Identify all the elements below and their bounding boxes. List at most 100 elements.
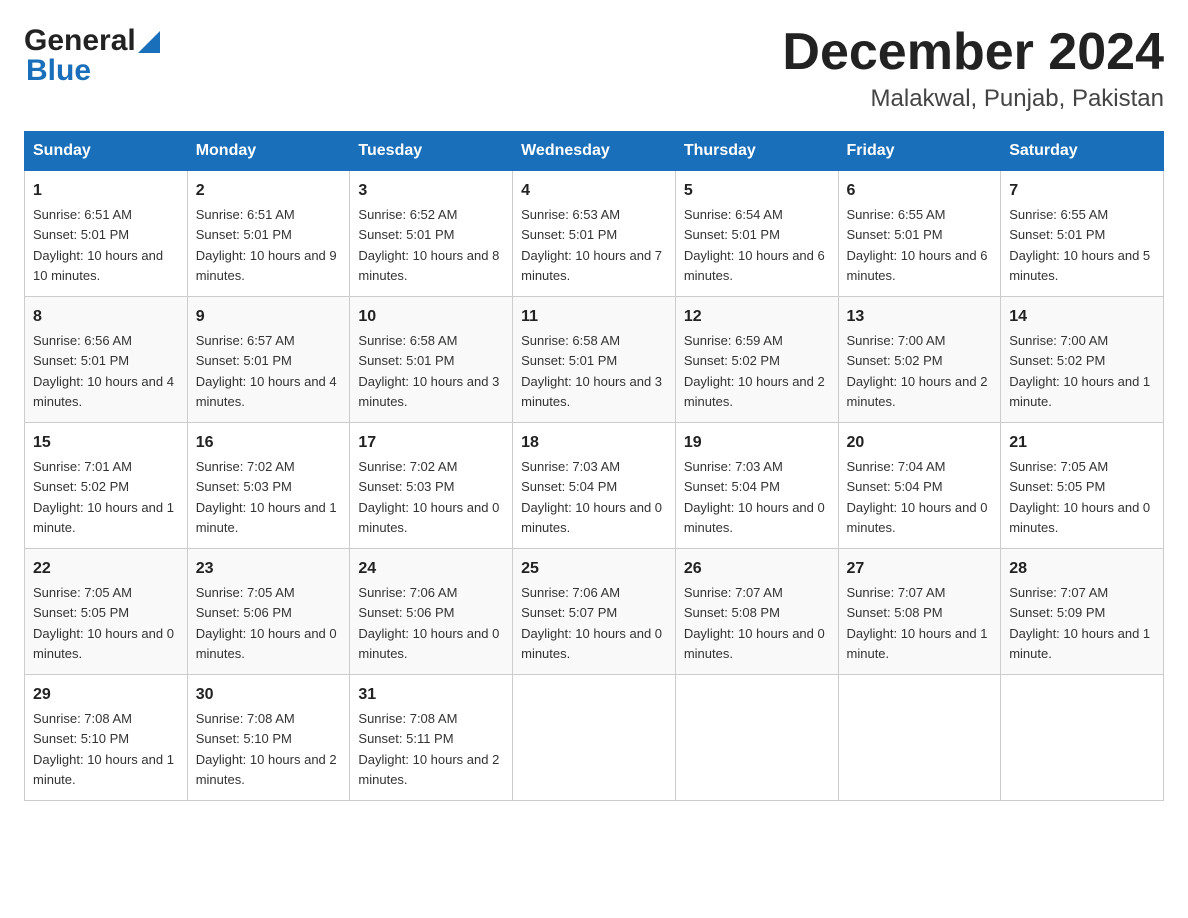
- day-number: 8: [33, 305, 179, 329]
- day-number: 7: [1009, 179, 1155, 203]
- day-info: Sunrise: 6:58 AMSunset: 5:01 PMDaylight:…: [521, 333, 662, 409]
- week-row-2: 8 Sunrise: 6:56 AMSunset: 5:01 PMDaylight…: [25, 297, 1164, 423]
- calendar-cell: 31Sunrise: 7:08 AMSunset: 5:11 PMDayligh…: [350, 675, 513, 801]
- day-number: 10: [358, 305, 504, 329]
- day-number: 15: [33, 431, 179, 455]
- day-info: Sunrise: 7:07 AMSunset: 5:09 PMDaylight:…: [1009, 585, 1150, 661]
- calendar-cell: 24 Sunrise: 7:06 AMSunset: 5:06 PMDayligh…: [350, 549, 513, 675]
- header-sunday: Sunday: [25, 132, 188, 171]
- calendar-cell: 30Sunrise: 7:08 AMSunset: 5:10 PMDayligh…: [187, 675, 350, 801]
- day-number: 20: [847, 431, 993, 455]
- calendar-cell: 14 Sunrise: 7:00 AMSunset: 5:02 PMDayligh…: [1001, 297, 1164, 423]
- calendar-cell: 7 Sunrise: 6:55 AMSunset: 5:01 PMDaylight…: [1001, 171, 1164, 297]
- calendar-cell: 15 Sunrise: 7:01 AMSunset: 5:02 PMDayligh…: [25, 423, 188, 549]
- day-info: Sunrise: 7:03 AMSunset: 5:04 PMDaylight:…: [521, 459, 662, 535]
- day-info: Sunrise: 6:58 AMSunset: 5:01 PMDaylight:…: [358, 333, 499, 409]
- calendar-cell: [838, 675, 1001, 801]
- day-info: Sunrise: 7:06 AMSunset: 5:07 PMDaylight:…: [521, 585, 662, 661]
- calendar-cell: 11 Sunrise: 6:58 AMSunset: 5:01 PMDayligh…: [513, 297, 676, 423]
- day-number: 26: [684, 557, 830, 581]
- calendar-cell: 4 Sunrise: 6:53 AMSunset: 5:01 PMDaylight…: [513, 171, 676, 297]
- month-title: December 2024: [782, 24, 1164, 81]
- calendar-cell: 1 Sunrise: 6:51 AMSunset: 5:01 PMDaylight…: [25, 171, 188, 297]
- calendar-cell: 17 Sunrise: 7:02 AMSunset: 5:03 PMDayligh…: [350, 423, 513, 549]
- day-info: Sunrise: 6:51 AMSunset: 5:01 PMDaylight:…: [196, 207, 337, 283]
- day-info: Sunrise: 6:53 AMSunset: 5:01 PMDaylight:…: [521, 207, 662, 283]
- calendar-cell: 6 Sunrise: 6:55 AMSunset: 5:01 PMDaylight…: [838, 171, 1001, 297]
- day-info: Sunrise: 7:00 AMSunset: 5:02 PMDaylight:…: [847, 333, 988, 409]
- week-row-3: 15 Sunrise: 7:01 AMSunset: 5:02 PMDayligh…: [25, 423, 1164, 549]
- calendar-cell: 27Sunrise: 7:07 AMSunset: 5:08 PMDayligh…: [838, 549, 1001, 675]
- day-info: Sunrise: 7:05 AMSunset: 5:05 PMDaylight:…: [33, 585, 174, 661]
- day-number: 28: [1009, 557, 1155, 581]
- day-info: Sunrise: 7:07 AMSunset: 5:08 PMDaylight:…: [847, 585, 988, 661]
- calendar-cell: 25 Sunrise: 7:06 AMSunset: 5:07 PMDayligh…: [513, 549, 676, 675]
- day-number: 16: [196, 431, 342, 455]
- day-info: Sunrise: 6:56 AMSunset: 5:01 PMDaylight:…: [33, 333, 174, 409]
- day-number: 30: [196, 683, 342, 707]
- calendar-cell: 8 Sunrise: 6:56 AMSunset: 5:01 PMDaylight…: [25, 297, 188, 423]
- header-saturday: Saturday: [1001, 132, 1164, 171]
- calendar-cell: [513, 675, 676, 801]
- day-info: Sunrise: 7:05 AMSunset: 5:06 PMDaylight:…: [196, 585, 337, 661]
- calendar-cell: 12 Sunrise: 6:59 AMSunset: 5:02 PMDayligh…: [675, 297, 838, 423]
- calendar-cell: 18 Sunrise: 7:03 AMSunset: 5:04 PMDayligh…: [513, 423, 676, 549]
- day-info: Sunrise: 6:55 AMSunset: 5:01 PMDaylight:…: [847, 207, 988, 283]
- calendar-cell: 5Sunrise: 6:54 AMSunset: 5:01 PMDaylight…: [675, 171, 838, 297]
- day-info: Sunrise: 6:51 AMSunset: 5:01 PMDaylight:…: [33, 207, 163, 283]
- day-number: 23: [196, 557, 342, 581]
- day-number: 18: [521, 431, 667, 455]
- day-number: 5: [684, 179, 830, 203]
- day-info: Sunrise: 7:02 AMSunset: 5:03 PMDaylight:…: [358, 459, 499, 535]
- logo-icon: [138, 31, 160, 53]
- calendar-cell: 16 Sunrise: 7:02 AMSunset: 5:03 PMDayligh…: [187, 423, 350, 549]
- header-wednesday: Wednesday: [513, 132, 676, 171]
- header-thursday: Thursday: [675, 132, 838, 171]
- day-number: 19: [684, 431, 830, 455]
- calendar-cell: 28 Sunrise: 7:07 AMSunset: 5:09 PMDayligh…: [1001, 549, 1164, 675]
- day-number: 1: [33, 179, 179, 203]
- day-info: Sunrise: 7:08 AMSunset: 5:10 PMDaylight:…: [33, 711, 174, 787]
- day-number: 4: [521, 179, 667, 203]
- day-number: 13: [847, 305, 993, 329]
- day-number: 14: [1009, 305, 1155, 329]
- calendar-cell: 22Sunrise: 7:05 AMSunset: 5:05 PMDayligh…: [25, 549, 188, 675]
- header-friday: Friday: [838, 132, 1001, 171]
- day-info: Sunrise: 7:06 AMSunset: 5:06 PMDaylight:…: [358, 585, 499, 661]
- calendar-cell: 23 Sunrise: 7:05 AMSunset: 5:06 PMDayligh…: [187, 549, 350, 675]
- day-number: 11: [521, 305, 667, 329]
- day-number: 25: [521, 557, 667, 581]
- day-info: Sunrise: 7:00 AMSunset: 5:02 PMDaylight:…: [1009, 333, 1150, 409]
- week-row-5: 29 Sunrise: 7:08 AMSunset: 5:10 PMDayligh…: [25, 675, 1164, 801]
- location-title: Malakwal, Punjab, Pakistan: [782, 85, 1164, 113]
- day-number: 21: [1009, 431, 1155, 455]
- calendar-header-row: SundayMondayTuesdayWednesdayThursdayFrid…: [25, 132, 1164, 171]
- title-block: December 2024 Malakwal, Punjab, Pakistan: [782, 24, 1164, 113]
- calendar-cell: [675, 675, 838, 801]
- day-info: Sunrise: 6:55 AMSunset: 5:01 PMDaylight:…: [1009, 207, 1150, 283]
- day-info: Sunrise: 7:04 AMSunset: 5:04 PMDaylight:…: [847, 459, 988, 535]
- day-info: Sunrise: 7:01 AMSunset: 5:02 PMDaylight:…: [33, 459, 174, 535]
- calendar-cell: 29 Sunrise: 7:08 AMSunset: 5:10 PMDayligh…: [25, 675, 188, 801]
- calendar-cell: 13 Sunrise: 7:00 AMSunset: 5:02 PMDayligh…: [838, 297, 1001, 423]
- week-row-4: 22Sunrise: 7:05 AMSunset: 5:05 PMDayligh…: [25, 549, 1164, 675]
- day-number: 9: [196, 305, 342, 329]
- day-number: 29: [33, 683, 179, 707]
- day-number: 3: [358, 179, 504, 203]
- day-number: 24: [358, 557, 504, 581]
- day-number: 2: [196, 179, 342, 203]
- calendar-cell: 19 Sunrise: 7:03 AMSunset: 5:04 PMDayligh…: [675, 423, 838, 549]
- day-info: Sunrise: 7:07 AMSunset: 5:08 PMDaylight:…: [684, 585, 825, 661]
- day-info: Sunrise: 7:02 AMSunset: 5:03 PMDaylight:…: [196, 459, 337, 535]
- day-number: 12: [684, 305, 830, 329]
- day-number: 6: [847, 179, 993, 203]
- calendar-cell: 20 Sunrise: 7:04 AMSunset: 5:04 PMDayligh…: [838, 423, 1001, 549]
- day-info: Sunrise: 7:03 AMSunset: 5:04 PMDaylight:…: [684, 459, 825, 535]
- calendar-cell: 9Sunrise: 6:57 AMSunset: 5:01 PMDaylight…: [187, 297, 350, 423]
- logo: General Blue: [24, 24, 160, 88]
- day-info: Sunrise: 7:05 AMSunset: 5:05 PMDaylight:…: [1009, 459, 1150, 535]
- day-number: 17: [358, 431, 504, 455]
- day-info: Sunrise: 6:59 AMSunset: 5:02 PMDaylight:…: [684, 333, 825, 409]
- day-info: Sunrise: 7:08 AMSunset: 5:11 PMDaylight:…: [358, 711, 499, 787]
- calendar-cell: [1001, 675, 1164, 801]
